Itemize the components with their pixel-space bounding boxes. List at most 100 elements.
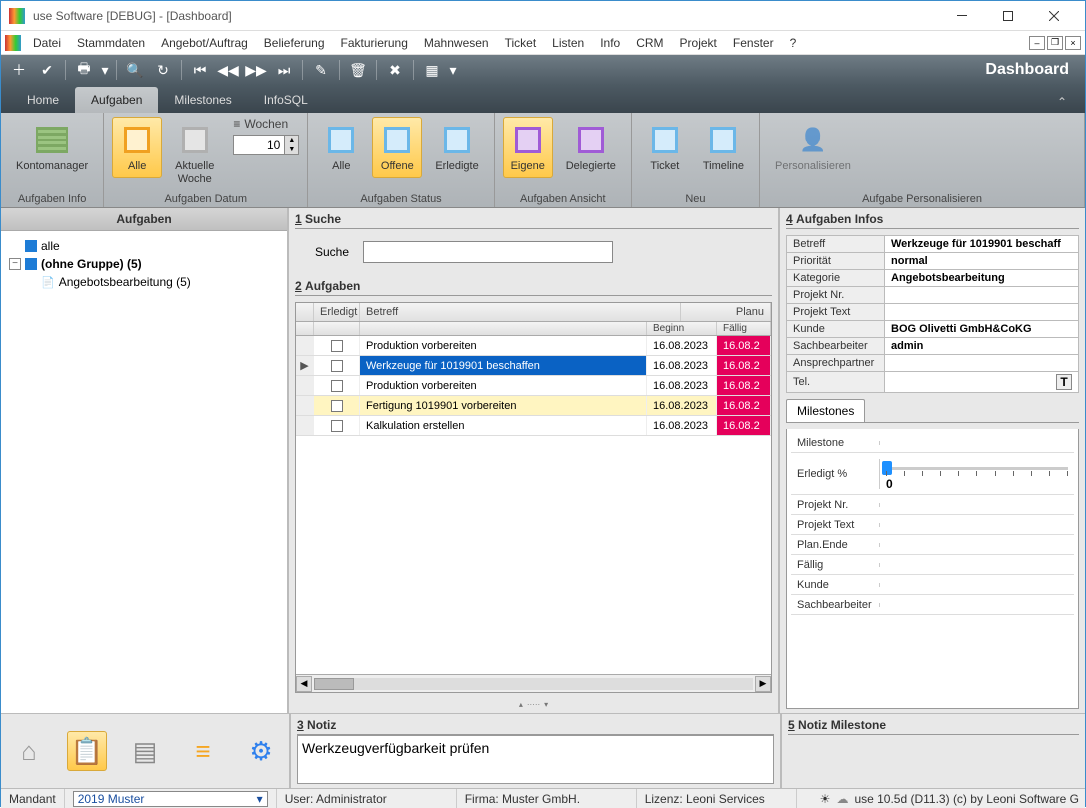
slider-value: 0 — [886, 477, 893, 491]
table-row[interactable]: Produktion vorbereiten16.08.202316.08.2 — [296, 336, 771, 356]
table-row[interactable]: ▶Werkzeuge für 1019901 beschaffen16.08.2… — [296, 356, 771, 376]
checkbox[interactable] — [331, 420, 343, 432]
erledigt-cell[interactable] — [314, 396, 360, 415]
tree-item-ohne-gruppe[interactable]: − (ohne Gruppe) (5) — [9, 255, 279, 273]
suche-input[interactable] — [363, 241, 613, 263]
menu-angebot[interactable]: Angebot/Auftrag — [153, 33, 256, 53]
section-notiz-milestone-header: 5 Notiz Milestone — [788, 718, 1079, 735]
tab-milestones[interactable]: Milestones — [158, 87, 247, 113]
erledigt-cell[interactable] — [314, 416, 360, 435]
print-dropdown[interactable]: ▾ — [100, 58, 110, 82]
tel-button[interactable]: T — [1056, 374, 1072, 390]
zoom-button[interactable]: 🔍 — [123, 58, 147, 82]
wochen-spinner[interactable]: ▲▼ — [233, 135, 299, 155]
delegierte-button[interactable]: Delegierte — [559, 117, 623, 178]
checkbox[interactable] — [331, 360, 343, 372]
spin-down[interactable]: ▼ — [284, 145, 298, 154]
sun-icon[interactable]: ☀ — [820, 792, 831, 806]
col-erledigt[interactable]: Erledigt — [314, 303, 360, 321]
timeline-button[interactable]: Timeline — [696, 117, 751, 178]
cancel-button[interactable]: ✖ — [383, 58, 407, 82]
splitter[interactable]: ▴·····▾ — [295, 699, 772, 709]
row-indicator — [296, 416, 314, 435]
tree-collapse-icon[interactable]: − — [9, 258, 21, 270]
refresh-button[interactable]: ↻ — [151, 58, 175, 82]
mandant-select[interactable]: 2019 Muster▾ — [73, 791, 268, 807]
menu-fakturierung[interactable]: Fakturierung — [333, 33, 416, 53]
eigene-button[interactable]: Eigene — [503, 117, 553, 178]
milestones-tab[interactable]: Milestones — [786, 399, 865, 422]
scroll-left-button[interactable]: ◀ — [296, 676, 312, 692]
grid-dropdown[interactable]: ▾ — [448, 58, 458, 82]
grid-button[interactable]: ▦ — [420, 58, 444, 82]
menu-stammdaten[interactable]: Stammdaten — [69, 33, 153, 53]
kontomanager-button[interactable]: Kontomanager — [9, 117, 95, 178]
check-button[interactable]: ✔ — [35, 58, 59, 82]
scroll-thumb[interactable] — [314, 678, 354, 690]
close-button[interactable] — [1031, 1, 1077, 31]
tab-home[interactable]: Home — [11, 87, 75, 113]
menu-mahnwesen[interactable]: Mahnwesen — [416, 33, 497, 53]
aktuelle-woche-button[interactable]: Aktuelle Woche — [168, 117, 221, 191]
erledigt-cell[interactable] — [314, 356, 360, 375]
menu-belieferung[interactable]: Belieferung — [256, 33, 333, 53]
print-button[interactable]: 🖶 — [72, 58, 96, 82]
menu-info[interactable]: Info — [592, 33, 628, 53]
menu-listen[interactable]: Listen — [544, 33, 592, 53]
new-button[interactable]: ＋ — [7, 58, 31, 82]
wochen-input[interactable] — [234, 138, 284, 152]
menu-datei[interactable]: Datei — [25, 33, 69, 53]
datum-alle-button[interactable]: Alle — [112, 117, 162, 178]
prev-button[interactable]: ◀◀ — [216, 58, 240, 82]
table-row[interactable]: Produktion vorbereiten16.08.202316.08.2 — [296, 376, 771, 396]
menu-help[interactable]: ? — [782, 33, 805, 53]
menu-crm[interactable]: CRM — [628, 33, 671, 53]
checkbox[interactable] — [331, 340, 343, 352]
edit-button[interactable]: ✎ — [309, 58, 333, 82]
notiz-textarea[interactable] — [297, 735, 774, 784]
col-beginn[interactable]: Beginn — [647, 322, 717, 335]
db-nav-button[interactable]: ≡ — [183, 731, 223, 771]
list-nav-button[interactable]: ▤ — [125, 731, 165, 771]
tab-infosql[interactable]: InfoSQL — [248, 87, 324, 113]
mdi-close-button[interactable]: × — [1065, 36, 1081, 50]
col-planung[interactable]: Planu — [681, 303, 771, 321]
tree-item-alle[interactable]: alle — [9, 237, 279, 255]
tree-item-angebot[interactable]: 📄 Angebotsbearbeitung (5) — [9, 273, 279, 291]
status-alle-button[interactable]: Alle — [316, 117, 366, 178]
scroll-right-button[interactable]: ▶ — [755, 676, 771, 692]
beginn-cell: 16.08.2023 — [647, 396, 717, 415]
home-nav-button[interactable]: ⌂ — [9, 731, 49, 771]
table-row[interactable]: Kalkulation erstellen16.08.202316.08.2 — [296, 416, 771, 436]
neu-ticket-button[interactable]: Ticket — [640, 117, 690, 178]
table-row[interactable]: Fertigung 1019901 vorbereiten16.08.20231… — [296, 396, 771, 416]
spin-up[interactable]: ▲ — [284, 136, 298, 145]
mdi-restore-button[interactable]: ❐ — [1047, 36, 1063, 50]
grid-hscroll[interactable]: ◀ ▶ — [296, 674, 771, 692]
erledigt-cell[interactable] — [314, 336, 360, 355]
col-betreff[interactable]: Betreff — [360, 303, 681, 321]
next-button[interactable]: ▶▶ — [244, 58, 268, 82]
erledigt-cell[interactable] — [314, 376, 360, 395]
delete-button[interactable]: 🗑 — [346, 58, 370, 82]
mdi-minimize-button[interactable]: – — [1029, 36, 1045, 50]
minimize-button[interactable] — [939, 1, 985, 31]
settings-nav-button[interactable]: ⚙ — [241, 731, 281, 771]
suche-label: Suche — [315, 245, 349, 259]
erledigt-slider[interactable]: 0 — [879, 459, 1074, 489]
col-faellig[interactable]: Fällig — [717, 322, 771, 335]
checkbox[interactable] — [331, 380, 343, 392]
menu-fenster[interactable]: Fenster — [725, 33, 782, 53]
tasks-nav-button[interactable]: 📋 — [67, 731, 107, 771]
menu-ticket[interactable]: Ticket — [497, 33, 545, 53]
tab-aufgaben[interactable]: Aufgaben — [75, 87, 158, 113]
cloud-icon[interactable]: ☁ — [836, 792, 848, 806]
menu-projekt[interactable]: Projekt — [672, 33, 725, 53]
last-button[interactable]: ⏭ — [272, 58, 296, 82]
checkbox[interactable] — [331, 400, 343, 412]
collapse-ribbon-button[interactable]: ⌃ — [1049, 91, 1075, 113]
offene-button[interactable]: Offene — [372, 117, 422, 178]
maximize-button[interactable] — [985, 1, 1031, 31]
erledigte-button[interactable]: Erledigte — [428, 117, 485, 178]
first-button[interactable]: ⏮ — [188, 58, 212, 82]
